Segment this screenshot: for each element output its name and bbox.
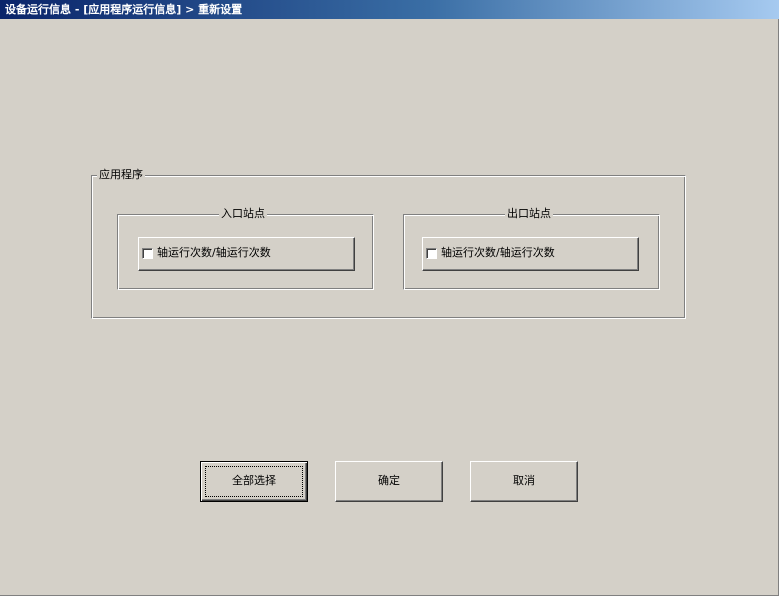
entry-station-groupbox: 入口站点 轴运行次数/轴运行次数 <box>117 207 374 290</box>
entry-checkbox-label: 轴运行次数/轴运行次数 <box>157 246 271 259</box>
entry-axis-count-checkbox[interactable]: 轴运行次数/轴运行次数 <box>138 237 355 271</box>
window-title: 设备运行信息 - [应用程序运行信息] > 重新设置 <box>5 3 243 16</box>
confirm-label: 确定 <box>378 474 400 487</box>
select-all-label: 全部选择 <box>232 474 276 487</box>
dialog-window: 设备运行信息 - [应用程序运行信息] > 重新设置 应用程序 入口站点 轴运行… <box>0 0 779 596</box>
application-group-caption: 应用程序 <box>97 168 145 182</box>
exit-checkbox-label: 轴运行次数/轴运行次数 <box>441 246 555 259</box>
confirm-button[interactable]: 确定 <box>335 461 443 502</box>
exit-station-groupbox: 出口站点 轴运行次数/轴运行次数 <box>403 207 660 290</box>
exit-station-caption: 出口站点 <box>505 207 553 221</box>
cancel-button[interactable]: 取消 <box>470 461 578 502</box>
entry-station-caption: 入口站点 <box>219 207 267 221</box>
title-bar[interactable]: 设备运行信息 - [应用程序运行信息] > 重新设置 <box>0 0 779 19</box>
exit-axis-count-checkbox[interactable]: 轴运行次数/轴运行次数 <box>422 237 639 271</box>
cancel-label: 取消 <box>513 474 535 487</box>
exit-checkbox-box[interactable] <box>426 248 437 259</box>
select-all-button[interactable]: 全部选择 <box>200 461 308 502</box>
entry-checkbox-box[interactable] <box>142 248 153 259</box>
application-groupbox: 应用程序 入口站点 轴运行次数/轴运行次数 出口站点 轴运行次数/轴运行次数 <box>91 168 686 319</box>
